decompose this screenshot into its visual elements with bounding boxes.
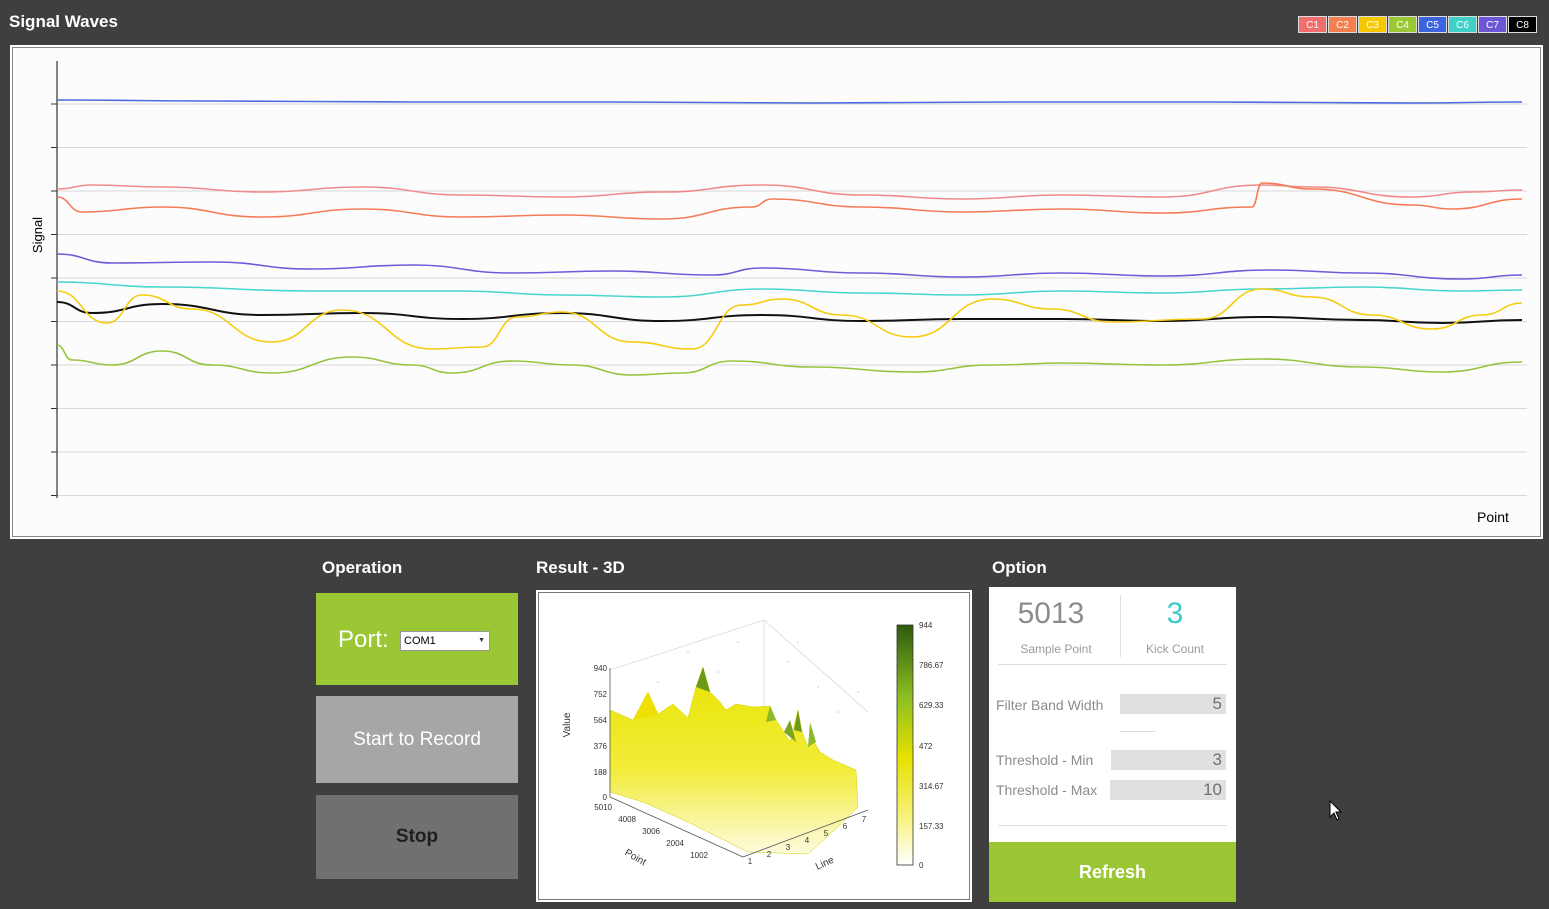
mouse-cursor-icon [1329, 800, 1343, 821]
legend-chip-c1[interactable]: C1 [1298, 16, 1327, 33]
result-3d-title: Result - 3D [536, 558, 625, 577]
legend-chip-c5[interactable]: C5 [1418, 16, 1447, 33]
wave-series-1 [56, 99, 1523, 104]
legend-chip-c8[interactable]: C8 [1508, 16, 1537, 33]
line-tick: 1 [748, 857, 753, 866]
kick-count-value: 3 [1166, 597, 1184, 630]
line-tick: 7 [862, 815, 867, 824]
result-y-axis-label: Value [562, 712, 573, 737]
point-tick: 1002 [690, 851, 708, 860]
value-tick: 752 [594, 690, 608, 699]
result-3d-chart: 940 752 564 376 188 0 5010 4008 3006 200… [536, 590, 972, 902]
legend-chip-c7[interactable]: C7 [1478, 16, 1507, 33]
point-tick: 4008 [618, 815, 636, 824]
line-tick: 5 [824, 829, 829, 838]
colorbar-tick: 944 [919, 621, 933, 630]
threshold-max-label: Threshold - Max [996, 782, 1098, 798]
signal-wave-chart: Signal Point [10, 45, 1543, 539]
wave-y-axis-label: Signal [30, 217, 45, 253]
port-select-value: COM1 [404, 635, 436, 647]
point-tick: 3006 [642, 827, 660, 836]
option-short-divider [1120, 731, 1156, 732]
wave-series-4 [56, 253, 1523, 280]
wave-series-7 [56, 288, 1523, 350]
result-line-axis-label: Line [814, 855, 836, 873]
option-title: Option [992, 558, 1047, 577]
filter-band-width-label: Filter Band Width [996, 697, 1104, 713]
colorbar-tick: 472 [919, 742, 933, 751]
wave-series-6 [56, 301, 1523, 325]
result-3d-plot: 940 752 564 376 188 0 5010 4008 3006 200… [562, 619, 944, 873]
option-panel: 5013 Sample Point 3 Kick Count Filter Ba… [989, 587, 1236, 902]
stop-button[interactable]: Stop [316, 795, 518, 879]
wave-series-5 [56, 281, 1523, 298]
operation-title: Operation [322, 558, 403, 577]
port-label: Port: [338, 626, 389, 653]
option-divider [998, 825, 1227, 826]
filter-band-width-field[interactable]: 5 [1120, 694, 1226, 714]
sample-point-value: 5013 [1017, 597, 1085, 630]
channel-legend: C1 C2 C3 C4 C5 C6 C7 C8 [1298, 16, 1537, 33]
colorbar-tick: 157.33 [919, 822, 944, 831]
chevron-down-icon: ▼ [478, 637, 485, 644]
wave-series-2 [56, 184, 1523, 200]
legend-chip-c6[interactable]: C6 [1448, 16, 1477, 33]
result-point-axis-label: Point [623, 847, 648, 868]
colorbar [896, 624, 914, 866]
legend-chip-c4[interactable]: C4 [1388, 16, 1417, 33]
value-tick: 0 [603, 793, 608, 802]
point-tick: 5010 [594, 803, 612, 812]
port-panel: Port: COM1 ▼ [316, 593, 518, 685]
start-record-button[interactable]: Start to Record [316, 696, 518, 783]
port-select[interactable]: COM1 ▼ [400, 631, 490, 651]
colorbar-tick: 629.33 [919, 701, 944, 710]
line-tick: 2 [767, 850, 772, 859]
line-tick: 3 [786, 843, 791, 852]
threshold-max-field[interactable]: 10 [1110, 780, 1226, 800]
refresh-button[interactable]: Refresh [989, 842, 1236, 902]
value-tick: 188 [594, 768, 608, 777]
line-tick: 4 [805, 836, 810, 845]
value-tick: 564 [594, 716, 608, 725]
line-tick: 6 [843, 822, 848, 831]
option-divider [998, 664, 1227, 665]
legend-chip-c2[interactable]: C2 [1328, 16, 1357, 33]
wave-x-axis-label: Point [1477, 509, 1509, 525]
value-tick: 376 [594, 742, 608, 751]
page-title: Signal Waves [9, 12, 118, 31]
value-tick: 940 [594, 664, 608, 673]
wave-series-3 [56, 182, 1523, 220]
colorbar-tick: 314.67 [919, 782, 944, 791]
threshold-min-label: Threshold - Min [996, 752, 1094, 768]
point-tick: 2004 [666, 839, 684, 848]
kick-count-label: Kick Count [1145, 642, 1205, 656]
threshold-min-field[interactable]: 3 [1111, 750, 1226, 770]
wave-series-8 [56, 344, 1523, 376]
colorbar-tick: 0 [919, 861, 924, 870]
colorbar-tick: 786.67 [919, 661, 944, 670]
signal-wave-plot: Signal Point [30, 61, 1527, 525]
legend-chip-c3[interactable]: C3 [1358, 16, 1387, 33]
sample-point-label: Sample Point [1020, 642, 1092, 656]
